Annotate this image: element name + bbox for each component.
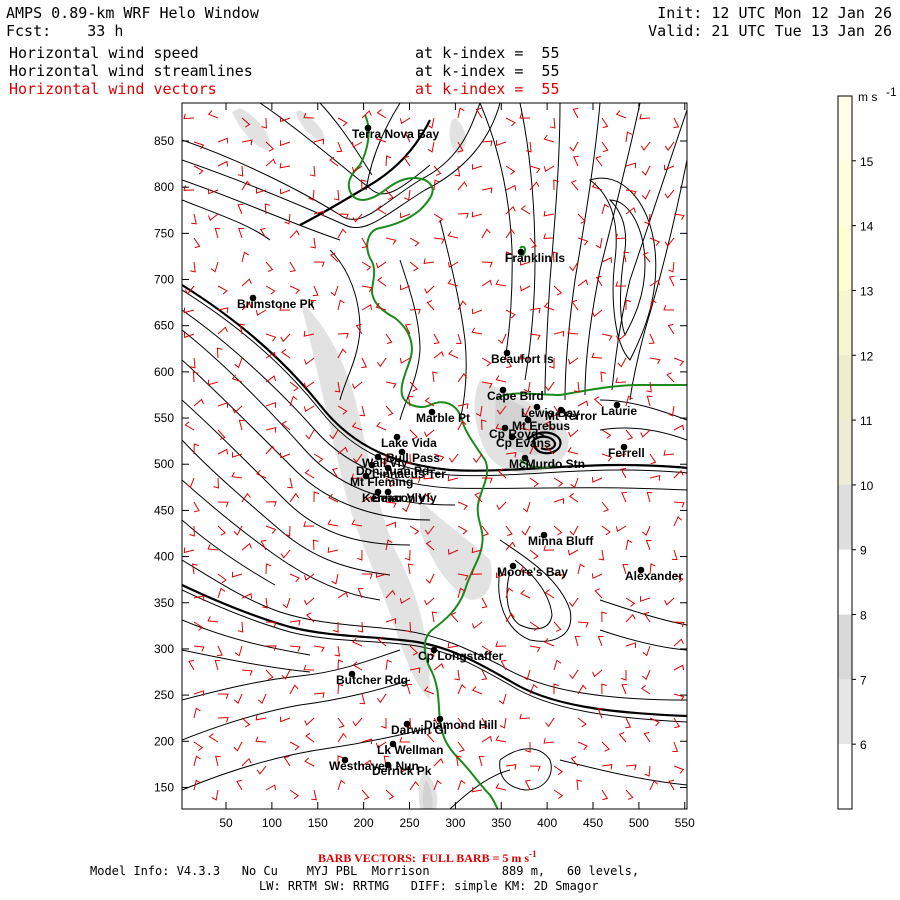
colorbar-segment	[838, 160, 852, 226]
x-tick-label: 250	[399, 816, 419, 830]
model-info-line2: LW: RRTM SW: RRTMG DIFF: simple KM: 2D S…	[259, 879, 599, 893]
colorbar-segment	[838, 614, 852, 680]
y-tick-label: 850	[154, 134, 174, 148]
place-label: Cp Longstaffer	[418, 649, 504, 663]
colorbar-segment	[838, 290, 852, 356]
colorbar-segment	[838, 355, 852, 421]
place-label: Cp Evans	[496, 436, 551, 450]
barb-vector-note-exponent: -1	[529, 849, 537, 859]
y-tick-label: 750	[154, 226, 174, 240]
y-tick-label: 550	[154, 411, 174, 425]
y-tick-label: 600	[154, 365, 174, 379]
place-label: Linnaeus Ter	[372, 467, 446, 481]
y-tick-label: 200	[154, 734, 174, 748]
model-info-line1: Model Info: V4.3.3 No Cu MYJ PBL Morriso…	[90, 864, 640, 878]
place-label: Derrick Pk	[372, 764, 432, 778]
y-tick-label: 450	[154, 503, 174, 517]
colorbar-segment	[838, 225, 852, 291]
colorbar-label: 8	[860, 609, 867, 623]
colorbar-segment	[838, 744, 852, 809]
place-label: Alexander	[625, 569, 683, 583]
x-tick-label: 100	[262, 816, 282, 830]
colorbar-label: 13	[860, 284, 874, 298]
colorbar-segment	[838, 96, 852, 161]
place-label: Moore's Bay	[497, 565, 568, 579]
y-tick-label: 800	[154, 180, 174, 194]
place-label: Cape Bird	[487, 389, 544, 403]
x-tick-label: 500	[629, 816, 649, 830]
y-tick-label: 650	[154, 319, 174, 333]
colorbar-segment	[838, 484, 852, 550]
place-label: Ferrell	[608, 446, 645, 460]
place-label: McMurdo Stn	[509, 457, 585, 471]
place-label: Lk Wellman	[377, 743, 443, 757]
place-label: Laurie	[601, 404, 637, 418]
colorbar-label: 10	[860, 479, 874, 493]
y-tick-label: 350	[154, 596, 174, 610]
x-tick-label: 300	[445, 816, 465, 830]
x-tick-label: 200	[354, 816, 374, 830]
y-tick-label: 500	[154, 457, 174, 471]
x-tick-label: 450	[583, 816, 603, 830]
x-tick-label: 350	[491, 816, 511, 830]
x-tick-label: 50	[219, 816, 233, 830]
place-label: Beaufort Is	[491, 352, 554, 366]
x-tick-label: 550	[675, 816, 695, 830]
place-label: Marble Pt	[416, 411, 470, 425]
colorbar-segment	[838, 549, 852, 615]
y-tick-label: 700	[154, 273, 174, 287]
place-label: Minna Bluff	[528, 534, 594, 548]
y-tick-label: 250	[154, 688, 174, 702]
wind-map[interactable]: 50 100 150 200 250 300 350 400 450 500 550 850 800 7…	[0, 0, 900, 900]
colorbar-segment	[838, 679, 852, 745]
colorbar-segment	[838, 420, 852, 485]
colorbar-label: 11	[860, 414, 873, 428]
x-tick-label: 400	[537, 816, 557, 830]
colorbar-label: 9	[860, 544, 867, 558]
x-tick-label: 150	[308, 816, 328, 830]
place-label: Bull Pass	[386, 451, 440, 465]
colorbar-unit: m s	[858, 90, 877, 104]
colorbar: 6 7 8 9 10 11 12 13 14 15	[837, 95, 874, 810]
place-label: Brimstone Pk	[237, 297, 315, 311]
place-label: Darwin Gl	[391, 723, 447, 737]
place-label: Terra Nova Bay	[352, 127, 439, 141]
colorbar-label: 14	[860, 220, 874, 234]
colorbar-label: 7	[860, 673, 867, 687]
y-tick-label: 400	[154, 550, 174, 564]
place-label: Lake Vida	[381, 436, 437, 450]
y-tick-label: 150	[154, 780, 174, 794]
place-label: Butcher Rdg	[336, 673, 408, 687]
colorbar-unit-exponent: -1	[886, 85, 897, 99]
place-label: Mt Erebus	[512, 419, 570, 433]
place-label: Beacon Vly	[372, 491, 437, 505]
y-tick-label: 300	[154, 642, 174, 656]
place-label: Franklin Is	[505, 251, 565, 265]
colorbar-label: 15	[860, 155, 874, 169]
colorbar-label: 12	[860, 349, 874, 363]
colorbar-label: 6	[860, 738, 867, 752]
